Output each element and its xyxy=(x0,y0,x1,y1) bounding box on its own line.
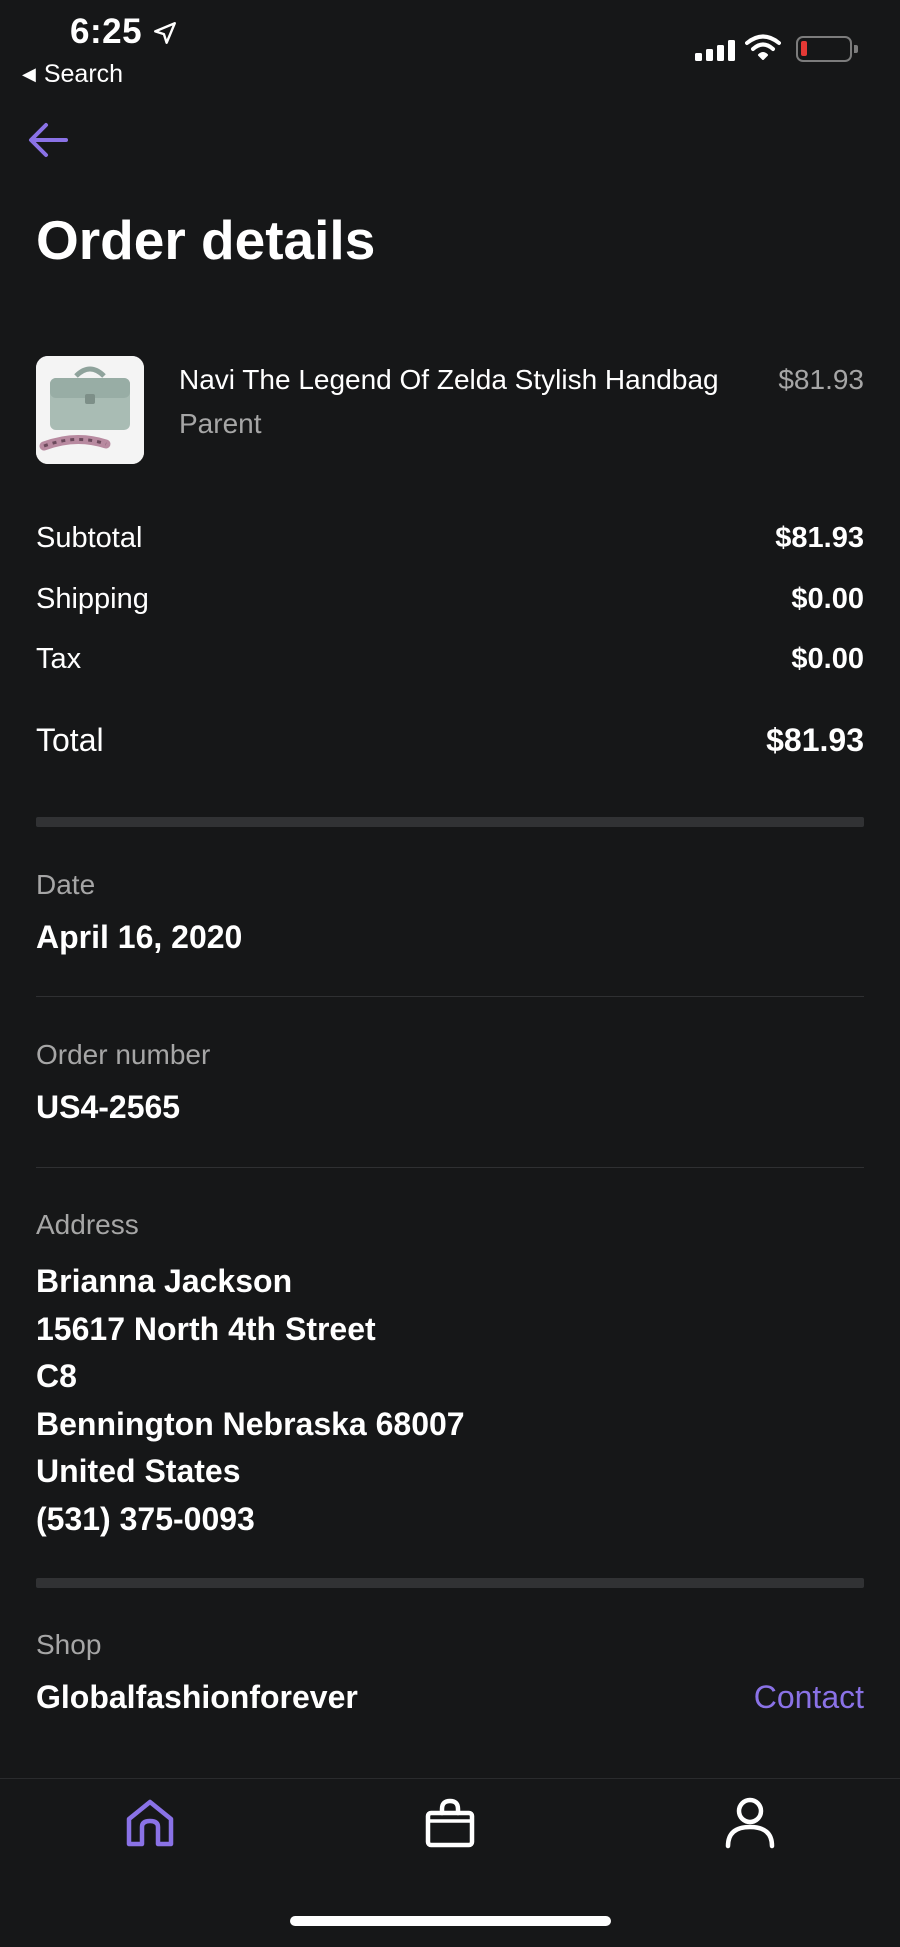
shop-name: Globalfashionforever xyxy=(36,1679,358,1715)
tax-label: Tax xyxy=(36,643,82,675)
product-thumbnail xyxy=(36,356,144,464)
address-country: United States xyxy=(36,1453,241,1489)
section-divider xyxy=(36,1578,864,1588)
user-icon xyxy=(722,1795,778,1856)
divider xyxy=(36,1167,864,1168)
shopping-bag-icon xyxy=(422,1795,478,1856)
status-time: 6:25 xyxy=(70,12,143,51)
status-bar: 6:25 ◀ Search xyxy=(0,0,900,95)
page-title: Order details xyxy=(36,209,376,271)
total-label: Total xyxy=(36,722,104,758)
back-button[interactable] xyxy=(24,118,72,166)
total-value: $81.93 xyxy=(766,722,864,758)
shop-label: Shop xyxy=(36,1629,102,1660)
address-phone: (531) 375-0093 xyxy=(36,1500,255,1537)
back-triangle-icon: ◀ xyxy=(22,64,36,84)
address-unit: C8 xyxy=(36,1358,77,1394)
total-row: Total $81.93 xyxy=(36,722,864,759)
location-arrow-icon xyxy=(152,20,178,51)
battery-level xyxy=(801,41,807,56)
subtotal-row: Subtotal $81.93 xyxy=(36,522,864,555)
tax-value: $0.00 xyxy=(791,643,864,675)
address-street: 15617 North 4th Street xyxy=(36,1310,376,1347)
product-variant: Parent xyxy=(179,408,262,439)
wifi-icon xyxy=(745,33,781,66)
product-price: $81.93 xyxy=(778,364,864,395)
battery-icon xyxy=(796,36,858,62)
date-label: Date xyxy=(36,869,96,900)
section-divider xyxy=(36,817,864,827)
home-icon xyxy=(122,1795,178,1856)
divider xyxy=(36,996,864,997)
shipping-row: Shipping $0.00 xyxy=(36,583,864,616)
tab-account[interactable] xyxy=(720,1795,780,1855)
back-app-label: Search xyxy=(43,60,124,88)
subtotal-label: Subtotal xyxy=(36,522,143,554)
order-number-value: US4-2565 xyxy=(36,1089,181,1125)
subtotal-value: $81.93 xyxy=(775,522,864,554)
order-item[interactable]: Navi The Legend Of Zelda Stylish Handbag… xyxy=(36,356,864,466)
shipping-value: $0.00 xyxy=(791,583,864,615)
cellular-signal-icon xyxy=(695,40,735,61)
home-indicator xyxy=(290,1916,611,1926)
shipping-address: Brianna Jackson 15617 North 4th Street C… xyxy=(36,1258,465,1543)
shipping-label: Shipping xyxy=(36,583,149,615)
arrow-left-icon xyxy=(26,120,70,165)
tax-row: Tax $0.00 xyxy=(36,643,864,676)
address-city-state-zip: Bennington Nebraska 68007 xyxy=(36,1405,465,1442)
product-name: Navi The Legend Of Zelda Stylish Handbag xyxy=(179,364,719,395)
back-to-search-link[interactable]: ◀ Search xyxy=(22,60,123,89)
contact-button[interactable]: Contact xyxy=(754,1679,864,1716)
tab-orders[interactable] xyxy=(420,1795,480,1855)
address-name: Brianna Jackson xyxy=(36,1263,293,1299)
address-label: Address xyxy=(36,1209,139,1240)
date-value: April 16, 2020 xyxy=(36,919,243,955)
tab-home[interactable] xyxy=(120,1795,180,1855)
order-number-label: Order number xyxy=(36,1039,211,1070)
